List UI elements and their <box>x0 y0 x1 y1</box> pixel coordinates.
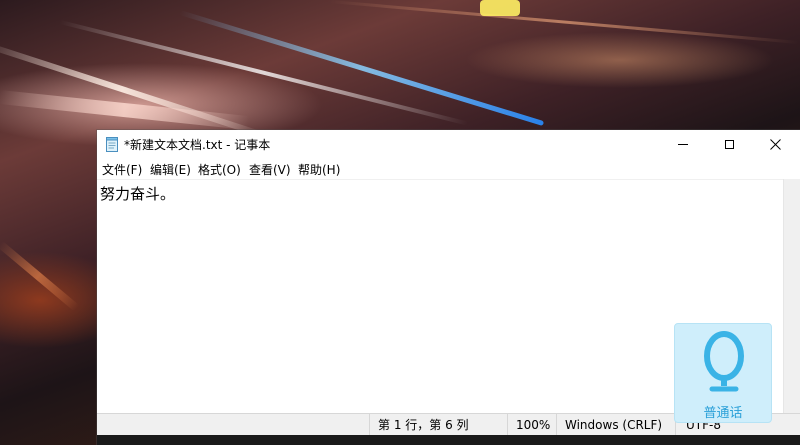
title-bar[interactable]: *新建文本文档.txt - 记事本 <box>97 130 800 159</box>
vertical-scrollbar[interactable] <box>783 179 800 413</box>
minimize-icon <box>678 144 688 145</box>
microphone-icon <box>700 330 748 396</box>
notepad-icon <box>106 137 119 152</box>
window-title: *新建文本文档.txt - 记事本 <box>124 138 271 152</box>
menu-file[interactable]: 文件(F) <box>100 161 144 178</box>
maximize-icon <box>724 140 734 149</box>
menu-bar: 文件(F) 编辑(E) 格式(O) 查看(V) 帮助(H) <box>97 159 800 179</box>
close-icon <box>769 135 781 154</box>
cursor-position: 第 1 行，第 6 列 <box>369 414 509 436</box>
editor-content[interactable]: 努力奋斗。 <box>100 183 175 204</box>
zoom-level: 100% <box>507 414 557 436</box>
light-streak <box>329 0 799 44</box>
taskbar-edge <box>97 435 800 445</box>
close-button[interactable] <box>752 130 798 159</box>
minimize-button[interactable] <box>660 130 706 159</box>
voice-input-widget[interactable]: 普通话 <box>674 323 772 423</box>
voice-language-label: 普通话 <box>703 406 743 421</box>
menu-view[interactable]: 查看(V) <box>247 161 293 178</box>
light-streak <box>179 10 545 126</box>
maximize-button[interactable] <box>706 130 752 159</box>
menu-help[interactable]: 帮助(H) <box>296 161 342 178</box>
light-streak <box>480 0 520 16</box>
menu-format[interactable]: 格式(O) <box>196 161 243 178</box>
line-ending: Windows (CRLF) <box>556 414 676 436</box>
light-streak <box>0 90 250 131</box>
light-streak <box>0 240 80 312</box>
menu-edit[interactable]: 编辑(E) <box>148 161 193 178</box>
